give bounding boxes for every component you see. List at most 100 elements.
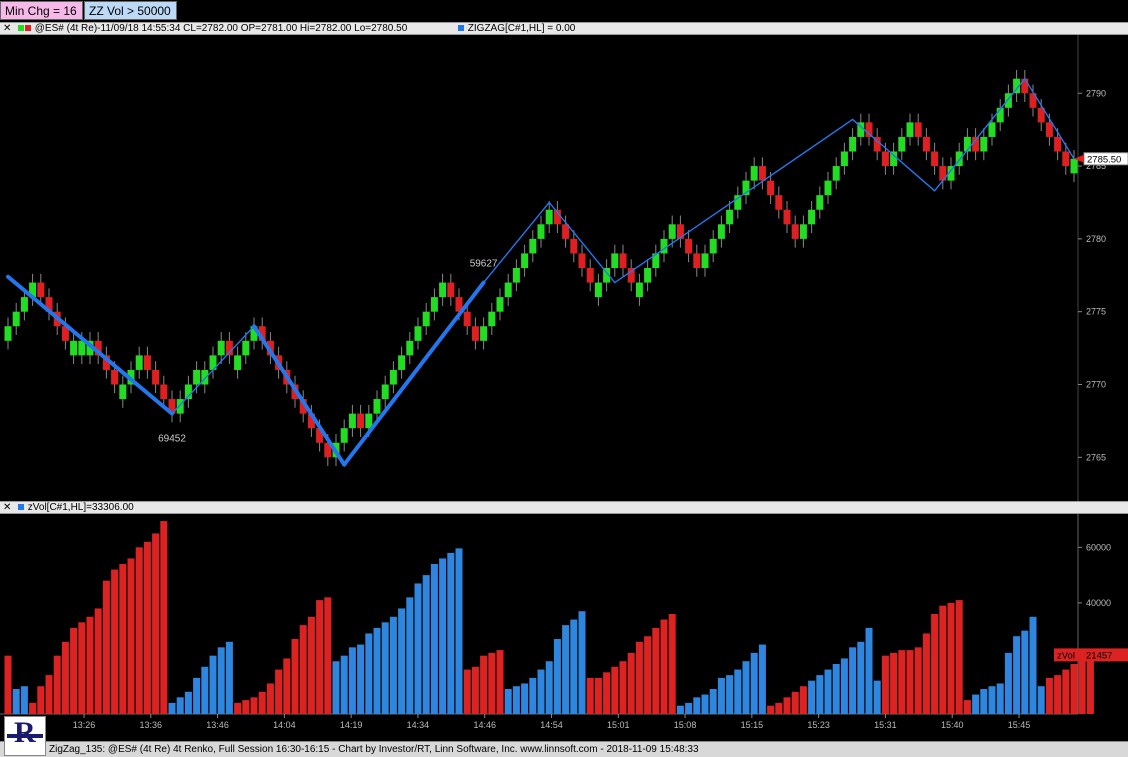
volume-bar — [635, 641, 643, 714]
renko-brick — [685, 238, 693, 254]
renko-brick — [758, 166, 766, 181]
renko-brick — [619, 253, 627, 268]
volume-bar — [406, 597, 414, 714]
zigzag-segment — [1024, 77, 1075, 160]
volume-bar — [750, 652, 758, 714]
zigzag-segment — [933, 77, 1026, 192]
volume-bar — [742, 661, 750, 714]
volume-bar — [619, 661, 627, 714]
renko-brick — [242, 340, 250, 356]
volume-bar — [726, 675, 734, 714]
volume-bar — [1029, 616, 1037, 714]
renko-brick — [931, 151, 939, 167]
renko-brick — [545, 209, 553, 225]
time-tick-label: 15:45 — [1008, 720, 1031, 730]
renko-brick — [381, 384, 389, 400]
volume-bar — [365, 633, 373, 714]
volume-bar — [20, 686, 28, 714]
volume-bar — [562, 625, 570, 714]
volume-bar — [939, 605, 947, 714]
zigzag-volume-chip[interactable]: ZZ Vol > 50000 — [84, 1, 177, 20]
volume-bar — [849, 647, 857, 714]
volume-bar — [119, 564, 127, 714]
volume-bar — [1013, 636, 1021, 714]
renko-brick — [668, 224, 676, 239]
volume-chart[interactable]: 200004000060000zVol2145713:2613:3613:461… — [0, 514, 1128, 741]
renko-brick — [594, 282, 602, 298]
volume-bar — [840, 658, 848, 714]
renko-brick — [816, 195, 824, 210]
volume-bar — [1062, 669, 1070, 714]
renko-brick — [512, 268, 520, 283]
volume-bar — [381, 622, 389, 714]
renko-brick — [389, 369, 397, 385]
volume-bar — [1086, 654, 1094, 714]
volume-bar — [832, 664, 840, 714]
close-pane-icon[interactable]: ✕ — [3, 23, 11, 34]
zigzag-header-text: ZIGZAG[C#1,HL] = 0.00 — [467, 23, 576, 34]
volume-bar — [291, 639, 299, 714]
volume-bar — [258, 691, 266, 714]
volume-bar — [160, 521, 168, 714]
volume-bar — [914, 647, 922, 714]
volume-bar — [94, 608, 102, 714]
volume-bar — [152, 533, 160, 714]
renko-brick — [709, 238, 717, 254]
volume-bar — [234, 702, 242, 714]
volume-tick-label: 40000 — [1086, 598, 1111, 608]
close-volume-pane-icon[interactable]: ✕ — [3, 502, 11, 513]
volume-bar — [447, 552, 455, 714]
volume-bar — [143, 541, 151, 714]
volume-bar — [873, 680, 881, 714]
volume-bar — [242, 700, 250, 714]
renko-brick — [430, 297, 438, 312]
renko-brick — [824, 180, 832, 196]
renko-brick — [1054, 136, 1062, 152]
price-chart[interactable]: 27652770277527802785279069452596272785.5… — [0, 35, 1128, 501]
zvol-color-icon — [18, 504, 24, 511]
volume-bar — [668, 614, 676, 714]
volume-bar — [1078, 658, 1086, 714]
investor-rt-logo: R — [4, 716, 46, 756]
volume-bar — [791, 691, 799, 714]
renko-brick — [201, 369, 209, 385]
renko-brick — [906, 122, 914, 137]
volume-bar — [972, 694, 980, 714]
renko-brick — [234, 355, 242, 370]
renko-brick — [1070, 158, 1078, 174]
min-change-chip[interactable]: Min Chg = 16 — [0, 1, 83, 20]
zigzag-volume-label: 69452 — [158, 434, 186, 445]
renko-brick — [898, 136, 906, 152]
renko-brick — [111, 369, 119, 385]
volume-bar — [734, 669, 742, 714]
volume-bar — [1021, 630, 1029, 714]
volume-bar — [357, 644, 365, 714]
volume-bar — [758, 644, 766, 714]
volume-bar — [512, 686, 520, 714]
price-tick-label: 2780 — [1086, 234, 1106, 244]
volume-bar — [29, 702, 37, 714]
volume-bar — [1054, 675, 1062, 714]
renko-brick — [586, 268, 594, 283]
volume-bar — [586, 677, 594, 714]
volume-bar — [250, 697, 258, 714]
volume-bar — [906, 650, 914, 714]
volume-bar — [529, 677, 537, 714]
renko-brick — [357, 413, 365, 429]
renko-brick — [176, 399, 184, 414]
volume-bar — [135, 547, 143, 714]
renko-brick — [414, 326, 422, 341]
volume-bar — [537, 669, 545, 714]
volume-bar — [12, 689, 20, 714]
volume-bar — [709, 689, 717, 714]
volume-bar — [480, 655, 488, 714]
renko-brick — [439, 282, 447, 298]
renko-brick — [471, 326, 479, 341]
volume-bar — [570, 619, 578, 714]
down-color-icon — [25, 25, 31, 32]
renko-brick — [988, 122, 996, 137]
time-tick-label: 14:46 — [473, 720, 496, 730]
renko-brick — [504, 282, 512, 298]
volume-bar — [701, 694, 709, 714]
renko-brick — [701, 253, 709, 268]
